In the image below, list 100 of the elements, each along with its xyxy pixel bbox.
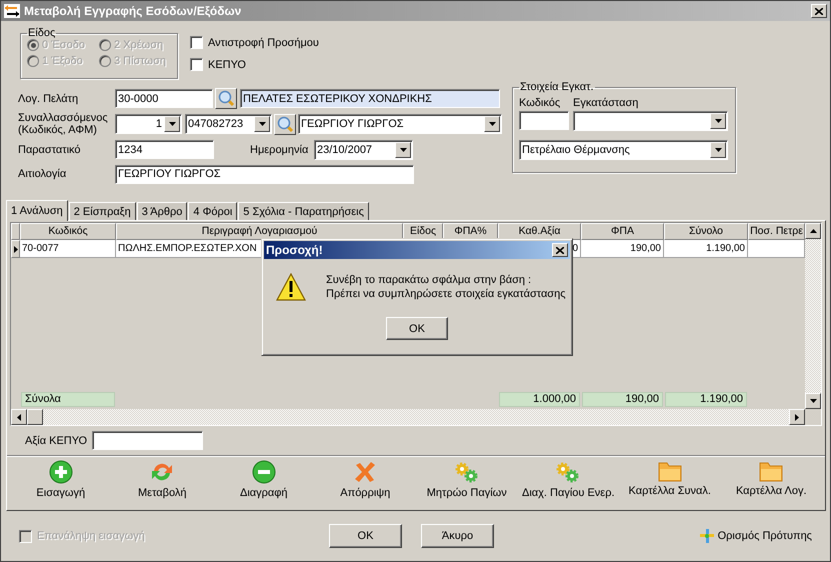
fuel-combo[interactable]: Πετρέλαιο Θέρμανσης xyxy=(519,140,728,160)
toolbar-button[interactable]: Διαγραφή xyxy=(240,460,288,510)
tab[interactable]: 5 Σχόλια - Παρατηρήσεις xyxy=(238,202,369,220)
dialog-message: Πρέπει να συμπληρώσετε στοιχεία εγκατάστασης xyxy=(326,288,566,300)
table-cell: 70-0077 xyxy=(20,240,116,258)
down-arrow-icon xyxy=(168,122,176,126)
tab[interactable]: 2 Είσπραξη xyxy=(68,202,136,220)
installation-code-field[interactable] xyxy=(519,111,569,130)
close-icon xyxy=(815,8,823,14)
left-arrow-icon xyxy=(17,414,21,420)
down-arrow-icon xyxy=(714,148,722,152)
toolbar-button[interactable]: Διαχ. Παγίου Ενερ. xyxy=(522,460,615,510)
folder-icon xyxy=(658,460,682,482)
dialog-message: Συνέβη το παρακάτω σφάλμα στην βάση : xyxy=(326,274,532,286)
search-icon xyxy=(276,116,294,132)
close-icon xyxy=(556,246,564,254)
column-header[interactable]: Σύνολο xyxy=(664,223,748,240)
dropdown-button[interactable] xyxy=(484,116,500,132)
dropdown-button[interactable] xyxy=(164,116,180,132)
column-header[interactable]: Κωδικός xyxy=(20,223,116,240)
field-label: Αιτιολογία xyxy=(18,168,68,180)
code-combo[interactable]: 1 xyxy=(115,114,182,134)
dialog-title: Προσοχή! xyxy=(266,243,324,257)
vertical-scrollbar[interactable] xyxy=(805,223,821,425)
toolbar-button[interactable]: Καρτέλλα Λογ. xyxy=(736,460,807,510)
right-arrow-icon xyxy=(14,246,18,252)
date-combo[interactable]: 23/10/2007 xyxy=(314,140,413,160)
column-header[interactable]: Περιγραφή Λογαριασμού xyxy=(116,223,403,240)
checkbox[interactable] xyxy=(190,58,203,71)
toolbar-button[interactable]: Μεταβολή xyxy=(138,460,186,510)
scroll-down-button[interactable] xyxy=(805,393,821,409)
document-field[interactable]: 1234 xyxy=(115,140,214,159)
search-button[interactable] xyxy=(274,114,296,134)
down-arrow-icon xyxy=(258,122,266,126)
down-arrow-icon xyxy=(810,399,816,403)
scroll-up-button[interactable] xyxy=(805,223,821,239)
vat-id-combo[interactable]: 047082723 xyxy=(185,114,272,134)
down-arrow-icon xyxy=(488,122,496,126)
gears-icon xyxy=(454,460,480,484)
tab[interactable]: 1 Ανάλυση xyxy=(6,200,68,221)
dropdown-button[interactable] xyxy=(395,142,411,158)
scrollbar-thumb[interactable] xyxy=(27,409,43,425)
dialog-button[interactable]: OK xyxy=(329,524,402,548)
toolbar-button[interactable]: Απόρριψη xyxy=(340,460,390,510)
dialog-button[interactable]: Άκυρο xyxy=(421,524,494,548)
search-icon xyxy=(218,90,234,107)
tab[interactable]: 3 Άρθρο xyxy=(136,202,188,220)
up-arrow-icon xyxy=(810,229,816,233)
app-icon xyxy=(4,4,20,18)
field-label: Λογ. Πελάτη xyxy=(18,92,80,104)
down-arrow-icon xyxy=(714,119,722,123)
field-label: Ημερομηνία xyxy=(250,144,310,156)
checkbox-label: ΚΕΠΥΟ xyxy=(208,58,246,70)
group-title: Είδος xyxy=(27,27,56,39)
checkbox-label: Αντιστροφή Προσήμου xyxy=(208,36,319,48)
field-label: (Κωδικός, ΑΦΜ) xyxy=(18,124,98,136)
down-arrow-icon xyxy=(400,148,406,152)
total-cell: 1.000,00 xyxy=(499,392,580,407)
toolbar-button[interactable]: Μητρώο Παγίων xyxy=(426,460,507,510)
search-button[interactable] xyxy=(215,88,237,109)
checkbox[interactable] xyxy=(190,36,203,49)
ok-button[interactable]: OK xyxy=(386,317,448,340)
gears-icon xyxy=(555,460,582,484)
dropdown-button[interactable] xyxy=(710,142,726,158)
plus-icon xyxy=(48,460,73,484)
toolbar-button[interactable]: Καρτέλλα Συναλ. xyxy=(628,460,711,510)
minus-icon xyxy=(252,460,276,484)
field-label: Συναλλασσόμενος xyxy=(18,112,109,124)
name-combo[interactable]: ΓΕΩΡΓΙΟΥ ΓΙΩΡΓΟΣ xyxy=(298,114,502,134)
pin-icon xyxy=(698,528,715,544)
table-cell: 1.190,00 xyxy=(664,240,748,258)
total-cell: 1.190,00 xyxy=(665,392,747,407)
close-button[interactable] xyxy=(811,4,827,18)
horizontal-scrollbar[interactable] xyxy=(11,409,805,425)
dropdown-button[interactable] xyxy=(254,116,270,132)
toolbar-button[interactable]: Εισαγωγή xyxy=(36,460,86,510)
table-cell: 190,00 xyxy=(581,240,664,258)
reason-field[interactable]: ΓΕΩΡΓΙΟΥ ΓΙΩΡΓΟΣ xyxy=(115,164,414,184)
total-cell: 190,00 xyxy=(582,392,663,407)
close-button[interactable] xyxy=(552,243,568,257)
tab[interactable]: 4 Φόροι xyxy=(188,202,238,220)
template-button[interactable]: Ορισμός Πρότυπης xyxy=(692,527,818,545)
field-label: Παραστατικό xyxy=(18,144,82,156)
field-label: Αξία ΚΕΠΥΟ xyxy=(25,434,88,446)
installation-combo[interactable] xyxy=(573,111,728,131)
column-header[interactable]: Ποσ. Πετρε xyxy=(748,223,805,240)
account-name-field[interactable]: ΠΕΛΑΤΕΣ ΕΣΩΤΕΡΙΚΟΥ ΧΟΝΔΡΙΚΗΣ xyxy=(240,89,500,108)
column-header[interactable]: ΦΠΑ xyxy=(581,223,664,240)
folder-icon xyxy=(759,460,784,482)
totals-label: Σύνολα xyxy=(21,392,115,407)
window-title: Μεταβολή Εγγραφής Εσόδων/Εξόδων xyxy=(24,4,242,18)
kepyo-field[interactable] xyxy=(92,431,204,450)
account-code-field[interactable]: 30-0000 xyxy=(115,89,213,108)
field-label: Εγκατάσταση xyxy=(573,97,640,109)
group-title: Στοιχεία Εγκατ. xyxy=(519,81,595,93)
scroll-left-button[interactable] xyxy=(11,409,27,425)
dropdown-button[interactable] xyxy=(710,113,726,129)
right-arrow-icon xyxy=(795,414,799,420)
scroll-right-button[interactable] xyxy=(789,409,805,425)
cross-icon xyxy=(353,460,378,484)
